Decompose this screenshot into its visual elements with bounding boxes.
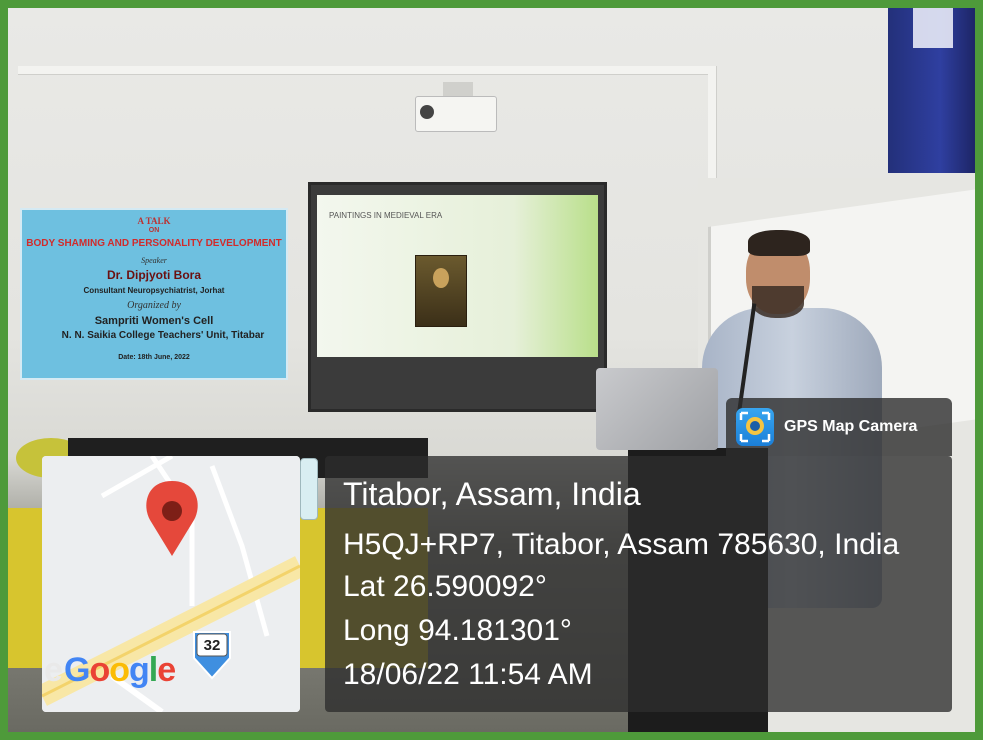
- map-partial-text: e: [44, 651, 63, 689]
- wall-pipe-vertical: [708, 66, 717, 186]
- painting-image: [415, 255, 467, 327]
- slide: PAINTINGS IN MEDIEVAL ERA: [317, 195, 598, 357]
- banner-headline: BODY SHAMING AND PERSONALITY DEVELOPMENT: [26, 238, 282, 249]
- banner-line: Consultant Neuropsychiatrist, Jorhat: [83, 286, 225, 295]
- gps-map-camera-badge: GPS Map Camera: [726, 398, 952, 456]
- route-shield-label: 32: [203, 637, 221, 654]
- banner-line: A TALK: [137, 216, 171, 226]
- banner-speaker: Dr. Dipjyoti Bora: [106, 268, 201, 282]
- slide-title: PAINTINGS IN MEDIEVAL ERA: [329, 211, 443, 220]
- banner-line: Organized by: [127, 300, 181, 311]
- google-logo: Google: [64, 651, 176, 689]
- banner-line: Sampriti Women's Cell: [94, 315, 214, 327]
- location-info-panel: Titabor, Assam, India H5QJ+RP7, Titabor,…: [325, 456, 952, 712]
- location-title: Titabor, Assam, India: [343, 476, 641, 512]
- laptop: [596, 368, 718, 450]
- water-bottle: [300, 458, 318, 520]
- map-thumbnail: 32 e Google: [42, 456, 300, 712]
- badge-label: GPS Map Camera: [784, 418, 918, 435]
- gps-camera-icon: [736, 408, 774, 446]
- painting-face: [433, 268, 449, 288]
- location-address: H5QJ+RP7, Titabor, Assam 785630, India: [343, 528, 900, 561]
- speaker-beard: [752, 286, 804, 318]
- location-longitude: Long 94.181301°: [343, 614, 572, 647]
- banner-line: N. N. Saikia College Teachers' Unit, Tit…: [61, 330, 265, 341]
- speaker-hair: [748, 230, 810, 256]
- location-datetime: 18/06/22 11:54 AM: [343, 658, 593, 691]
- location-latitude: Lat 26.590092°: [343, 570, 547, 603]
- event-banner: A TALK ON BODY SHAMING AND PERSONALITY D…: [20, 208, 288, 380]
- wall-pipe: [18, 66, 713, 75]
- projector-lens: [420, 105, 434, 119]
- banner-line: Speaker: [141, 256, 167, 265]
- banner-line: ON: [148, 227, 160, 234]
- banner-date: Date: 18th June, 2022: [118, 354, 190, 361]
- curtain-highlight: [913, 8, 953, 48]
- projection-screen: PAINTINGS IN MEDIEVAL ERA: [308, 182, 607, 412]
